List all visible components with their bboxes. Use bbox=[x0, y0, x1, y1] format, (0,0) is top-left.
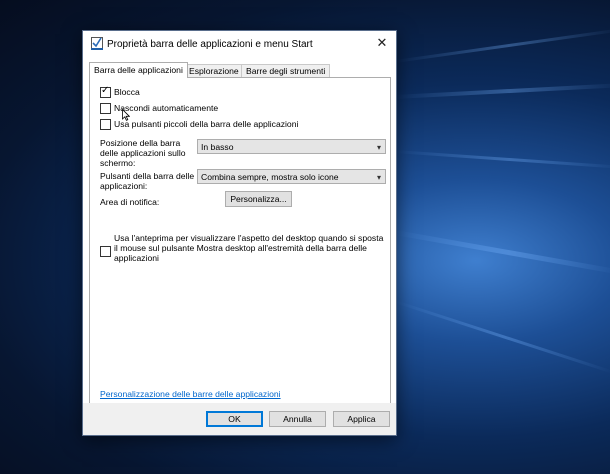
combine-select[interactable]: Combina sempre, mostra solo icone ▾ bbox=[197, 169, 386, 184]
autohide-checkbox[interactable] bbox=[100, 103, 111, 114]
chevron-down-icon: ▾ bbox=[376, 143, 381, 152]
wallpaper-beam bbox=[394, 300, 610, 375]
small-buttons-label: Usa pulsanti piccoli della barra delle a… bbox=[114, 119, 299, 129]
mouse-pointer-icon bbox=[122, 109, 130, 121]
apply-button[interactable]: Applica bbox=[333, 411, 390, 427]
position-label: Posizione della barra delle applicazioni… bbox=[100, 138, 186, 168]
wallpaper-beam bbox=[394, 230, 610, 275]
wallpaper-beam bbox=[394, 150, 610, 170]
combine-label: Pulsanti della barra delle applicazioni: bbox=[100, 171, 195, 191]
help-link[interactable]: Personalizzazione delle barre delle appl… bbox=[100, 389, 281, 399]
peek-checkbox[interactable] bbox=[100, 246, 111, 257]
customize-button[interactable]: Personalizza... bbox=[225, 191, 292, 207]
notification-label: Area di notifica: bbox=[100, 197, 160, 207]
tab-toolbars[interactable]: Barre degli strumenti bbox=[241, 64, 331, 77]
taskbar-properties-dialog: Proprietà barra delle applicazioni e men… bbox=[82, 30, 397, 436]
dialog-footer: OK Annulla Applica bbox=[83, 403, 396, 435]
dialog-title: Proprietà barra delle applicazioni e men… bbox=[107, 39, 313, 50]
wallpaper-beam bbox=[394, 28, 610, 63]
ok-button[interactable]: OK bbox=[206, 411, 263, 427]
close-icon: ✕ bbox=[376, 35, 388, 50]
position-select[interactable]: In basso ▾ bbox=[197, 139, 386, 154]
wallpaper-beam bbox=[394, 82, 610, 99]
chevron-down-icon: ▾ bbox=[376, 173, 381, 182]
cancel-button[interactable]: Annulla bbox=[269, 411, 326, 427]
peek-label: Usa l'anteprima per visualizzare l'aspet… bbox=[114, 233, 384, 263]
taskbar-properties-icon bbox=[91, 37, 103, 50]
combine-value: Combina sempre, mostra solo icone bbox=[201, 172, 339, 182]
position-value: In basso bbox=[201, 142, 234, 152]
lock-label: Blocca bbox=[114, 87, 140, 97]
small-buttons-checkbox[interactable] bbox=[100, 119, 111, 130]
close-button[interactable]: ✕ bbox=[368, 31, 396, 55]
title-bar: Proprietà barra delle applicazioni e men… bbox=[83, 31, 396, 57]
tab-navigation[interactable]: Esplorazione bbox=[184, 64, 244, 77]
checkmark-icon: ✓ bbox=[101, 85, 110, 96]
lock-checkbox[interactable]: ✓ bbox=[100, 85, 111, 98]
tab-panel: ✓ Blocca Nascondi automaticamente Usa pu… bbox=[89, 77, 391, 404]
tab-taskbar[interactable]: Barra delle applicazioni bbox=[89, 62, 188, 78]
